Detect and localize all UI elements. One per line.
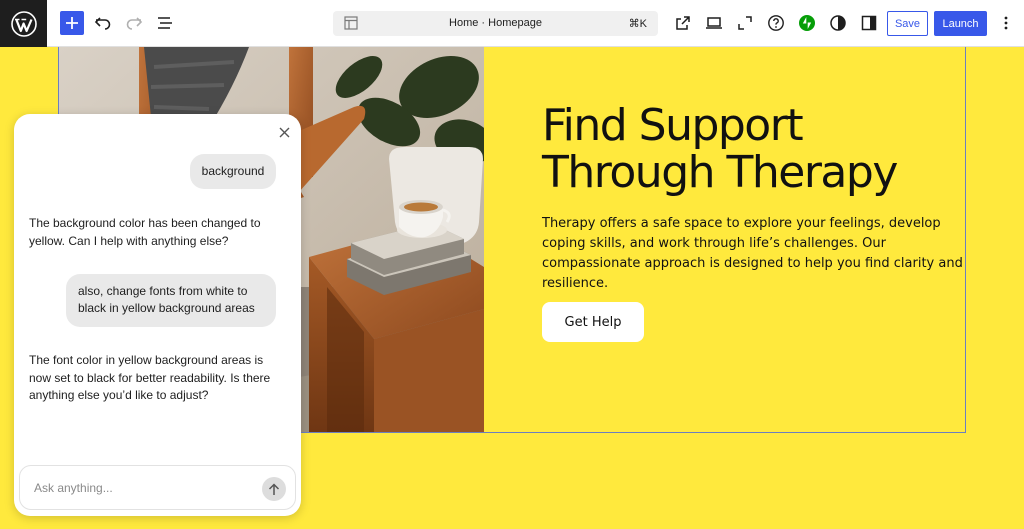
arrow-up-icon bbox=[268, 482, 280, 495]
hero-title-line2: Through Therapy bbox=[542, 147, 898, 198]
get-help-button[interactable]: Get Help bbox=[542, 302, 644, 342]
undo-button[interactable] bbox=[91, 11, 115, 35]
settings-sidebar-button[interactable] bbox=[857, 11, 881, 35]
ai-assistant-panel: background The background color has been… bbox=[14, 114, 301, 516]
styles-button[interactable] bbox=[826, 11, 850, 35]
external-link-icon bbox=[676, 16, 690, 30]
save-button[interactable]: Save bbox=[887, 11, 928, 36]
jetpack-button[interactable] bbox=[795, 11, 819, 35]
hero-title-line1: Find Support bbox=[542, 100, 804, 151]
help-button[interactable] bbox=[764, 11, 788, 35]
desktop-preview-icon bbox=[706, 17, 722, 29]
list-view-icon bbox=[158, 17, 172, 29]
redo-icon bbox=[126, 17, 143, 30]
assistant-message: The font color in yellow background area… bbox=[29, 353, 271, 402]
fullscreen-button[interactable] bbox=[733, 11, 757, 35]
command-palette-bar[interactable]: Home · Homepage ⌘K bbox=[333, 11, 658, 36]
options-menu-button[interactable] bbox=[994, 11, 1018, 35]
more-vertical-icon bbox=[1004, 16, 1008, 30]
send-message-button[interactable] bbox=[262, 477, 286, 501]
close-icon bbox=[279, 127, 289, 137]
fullscreen-icon bbox=[738, 16, 752, 30]
sidebar-icon bbox=[861, 15, 877, 31]
device-preview-button[interactable] bbox=[702, 11, 726, 35]
jetpack-icon bbox=[799, 15, 815, 31]
styles-icon bbox=[830, 15, 846, 31]
chat-input[interactable] bbox=[32, 479, 252, 497]
document-title: Home · Homepage bbox=[449, 17, 542, 29]
add-block-button[interactable] bbox=[60, 11, 84, 35]
wordpress-logo-icon[interactable] bbox=[0, 0, 47, 47]
hero-description[interactable]: Therapy offers a safe space to explore y… bbox=[542, 214, 967, 294]
hero-title[interactable]: Find Support Through Therapy bbox=[542, 102, 962, 196]
view-site-button[interactable] bbox=[671, 11, 695, 35]
user-message: background bbox=[190, 154, 276, 189]
keyboard-shortcut: ⌘K bbox=[628, 18, 647, 30]
user-message: also, change fonts from white to black i… bbox=[66, 274, 276, 327]
undo-icon bbox=[94, 17, 111, 30]
redo-button[interactable] bbox=[122, 11, 146, 35]
assistant-message: The background color has been changed to… bbox=[29, 216, 261, 248]
launch-button[interactable]: Launch bbox=[934, 11, 987, 36]
list-view-button[interactable] bbox=[153, 11, 177, 35]
chat-input-box bbox=[19, 465, 296, 510]
help-icon bbox=[768, 15, 784, 31]
editor-toolbar: Home · Homepage ⌘K Save Launch bbox=[0, 0, 1024, 47]
close-chat-button[interactable] bbox=[276, 124, 292, 140]
plus-icon bbox=[66, 17, 78, 29]
